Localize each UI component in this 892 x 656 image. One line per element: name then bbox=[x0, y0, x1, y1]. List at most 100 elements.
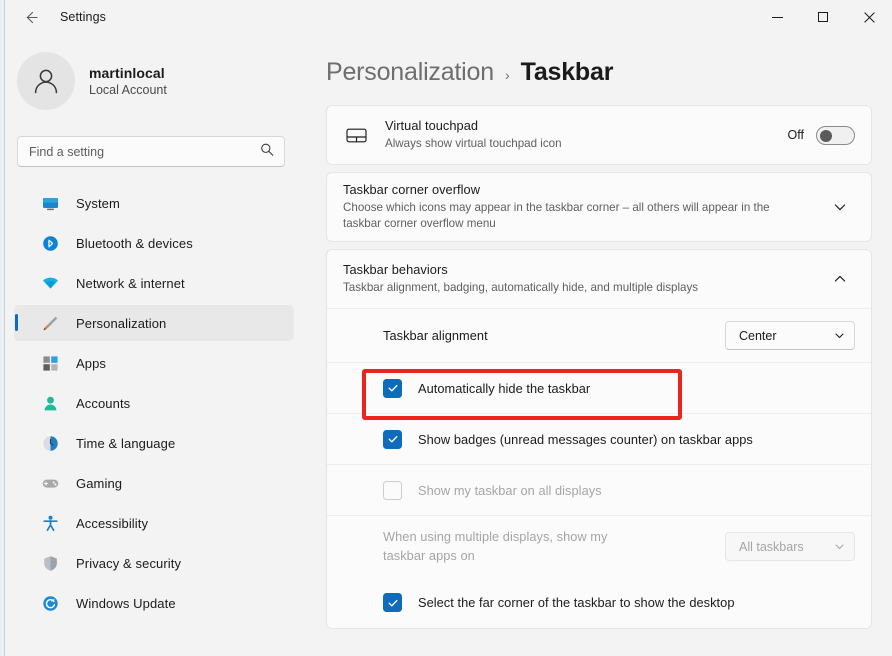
taskbar-alignment-dropdown[interactable]: Center bbox=[725, 321, 855, 350]
sidebar-item-accounts[interactable]: Accounts bbox=[14, 385, 294, 421]
multi-display-apps-dropdown: All taskbars bbox=[725, 532, 855, 561]
sidebar-item-label: Accounts bbox=[76, 396, 130, 411]
sidebar-item-label: Time & language bbox=[76, 436, 175, 451]
search-box[interactable] bbox=[17, 136, 285, 167]
sidebar-item-label: Personalization bbox=[76, 316, 166, 331]
multi-display-apps-row: When using multiple displays, show my ta… bbox=[327, 515, 871, 577]
far-corner-show-desktop-row[interactable]: Select the far corner of the taskbar to … bbox=[327, 577, 871, 628]
toggle-state-label: Off bbox=[788, 128, 804, 142]
check-icon bbox=[387, 433, 399, 445]
taskbar-behaviors-header[interactable]: Taskbar behaviors Taskbar alignment, bad… bbox=[327, 250, 871, 308]
auto-hide-taskbar-checkbox[interactable] bbox=[383, 379, 402, 398]
search-icon[interactable] bbox=[260, 142, 274, 161]
taskbar-behaviors-expander[interactable] bbox=[825, 264, 855, 294]
multi-display-apps-label: When using multiple displays, show my ta… bbox=[383, 528, 633, 565]
sidebar-item-gaming[interactable]: Gaming bbox=[14, 465, 294, 501]
sidebar-item-personalization[interactable]: Personalization bbox=[14, 305, 294, 341]
sidebar-item-label: Gaming bbox=[76, 476, 122, 491]
update-icon bbox=[40, 593, 60, 613]
network-icon bbox=[40, 273, 60, 293]
sidebar-item-accessibility[interactable]: Accessibility bbox=[14, 505, 294, 541]
account-text: martinlocal Local Account bbox=[89, 65, 167, 97]
sidebar-item-bluetooth-devices[interactable]: Bluetooth & devices bbox=[14, 225, 294, 261]
bluetooth-icon bbox=[40, 233, 60, 253]
virtual-touchpad-control: Off bbox=[788, 126, 855, 145]
paintbrush-icon bbox=[40, 313, 60, 333]
sidebar-item-label: Privacy & security bbox=[76, 556, 181, 571]
multi-display-apps-text: When using multiple displays, show my ta… bbox=[383, 528, 725, 565]
back-button[interactable] bbox=[14, 2, 48, 32]
chevron-down-icon[interactable] bbox=[825, 192, 855, 222]
sidebar-item-label: Bluetooth & devices bbox=[76, 236, 193, 251]
account-card[interactable]: martinlocal Local Account bbox=[17, 52, 306, 110]
close-icon bbox=[864, 12, 875, 23]
chevron-up-icon[interactable] bbox=[825, 264, 855, 294]
account-name: martinlocal bbox=[89, 65, 167, 81]
show-badges-row[interactable]: Show badges (unread messages counter) on… bbox=[327, 413, 871, 464]
settings-window: Settings martinl bbox=[0, 0, 892, 656]
virtual-touchpad-subtitle: Always show virtual touchpad icon bbox=[385, 136, 788, 152]
multi-display-apps-value: All taskbars bbox=[739, 540, 834, 554]
far-corner-show-desktop-label: Select the far corner of the taskbar to … bbox=[418, 595, 735, 610]
touchpad-icon bbox=[343, 127, 369, 144]
corner-overflow-subtitle: Choose which icons may appear in the tas… bbox=[343, 200, 798, 233]
window-controls bbox=[754, 0, 892, 34]
avatar bbox=[17, 52, 75, 110]
maximize-button[interactable] bbox=[800, 0, 846, 34]
taskbar-alignment-label: Taskbar alignment bbox=[383, 328, 725, 343]
virtual-touchpad-title: Virtual touchpad bbox=[385, 118, 788, 133]
corner-overflow-expander[interactable] bbox=[825, 192, 855, 222]
breadcrumb-parent[interactable]: Personalization bbox=[326, 58, 494, 87]
accounts-icon bbox=[40, 393, 60, 413]
taskbar-behaviors-text: Taskbar behaviors Taskbar alignment, bad… bbox=[343, 262, 825, 296]
sidebar-item-windows-update[interactable]: Windows Update bbox=[14, 585, 294, 621]
show-taskbar-all-displays-label: Show my taskbar on all displays bbox=[418, 483, 602, 498]
multi-display-apps-control: All taskbars bbox=[725, 532, 855, 561]
background-window-sliver bbox=[0, 0, 5, 656]
toggle-knob bbox=[820, 130, 832, 142]
virtual-touchpad-row: Virtual touchpad Always show virtual tou… bbox=[327, 106, 871, 164]
window-title: Settings bbox=[60, 10, 106, 24]
virtual-touchpad-text: Virtual touchpad Always show virtual tou… bbox=[385, 118, 788, 152]
show-badges-checkbox[interactable] bbox=[383, 430, 402, 449]
search-input[interactable] bbox=[18, 137, 248, 166]
auto-hide-taskbar-label: Automatically hide the taskbar bbox=[418, 381, 590, 396]
taskbar-behaviors-subtitle: Taskbar alignment, badging, automaticall… bbox=[343, 280, 825, 296]
corner-overflow-text: Taskbar corner overflow Choose which ico… bbox=[343, 182, 825, 233]
sidebar-item-label: Network & internet bbox=[76, 276, 185, 291]
virtual-touchpad-toggle[interactable] bbox=[816, 126, 855, 145]
sidebar-nav: System Bluetooth & devices bbox=[6, 185, 306, 621]
far-corner-show-desktop-checkbox[interactable] bbox=[383, 593, 402, 612]
close-button[interactable] bbox=[846, 0, 892, 34]
sidebar-item-time-language[interactable]: Time & language bbox=[14, 425, 294, 461]
account-subtitle: Local Account bbox=[89, 83, 167, 97]
page-title: Taskbar bbox=[521, 58, 614, 87]
taskbar-alignment-value: Center bbox=[739, 329, 834, 343]
taskbar-alignment-control: Center bbox=[725, 321, 855, 350]
auto-hide-taskbar-row[interactable]: Automatically hide the taskbar bbox=[327, 362, 871, 413]
back-arrow-icon bbox=[23, 9, 40, 26]
system-icon bbox=[40, 193, 60, 213]
corner-overflow-row[interactable]: Taskbar corner overflow Choose which ico… bbox=[327, 173, 871, 241]
sidebar-item-privacy-security[interactable]: Privacy & security bbox=[14, 545, 294, 581]
show-taskbar-all-displays-row: Show my taskbar on all displays bbox=[327, 464, 871, 515]
title-bar: Settings bbox=[6, 0, 892, 34]
corner-overflow-card[interactable]: Taskbar corner overflow Choose which ico… bbox=[326, 172, 872, 242]
sidebar-item-network-internet[interactable]: Network & internet bbox=[14, 265, 294, 301]
accessibility-icon bbox=[40, 513, 60, 533]
minimize-icon bbox=[772, 17, 783, 18]
main-content: Personalization › Taskbar Virtual tou bbox=[306, 34, 892, 656]
person-avatar-icon bbox=[29, 64, 63, 98]
maximize-icon bbox=[818, 12, 828, 22]
sidebar-item-system[interactable]: System bbox=[14, 185, 294, 221]
taskbar-alignment-text: Taskbar alignment bbox=[383, 328, 725, 343]
sidebar: martinlocal Local Account bbox=[6, 34, 306, 656]
sidebar-item-label: System bbox=[76, 196, 120, 211]
sidebar-item-apps[interactable]: Apps bbox=[14, 345, 294, 381]
chevron-down-icon bbox=[834, 330, 845, 341]
shield-icon bbox=[40, 553, 60, 573]
show-badges-label: Show badges (unread messages counter) on… bbox=[418, 432, 753, 447]
apps-icon bbox=[40, 353, 60, 373]
clock-icon bbox=[40, 433, 60, 453]
minimize-button[interactable] bbox=[754, 0, 800, 34]
